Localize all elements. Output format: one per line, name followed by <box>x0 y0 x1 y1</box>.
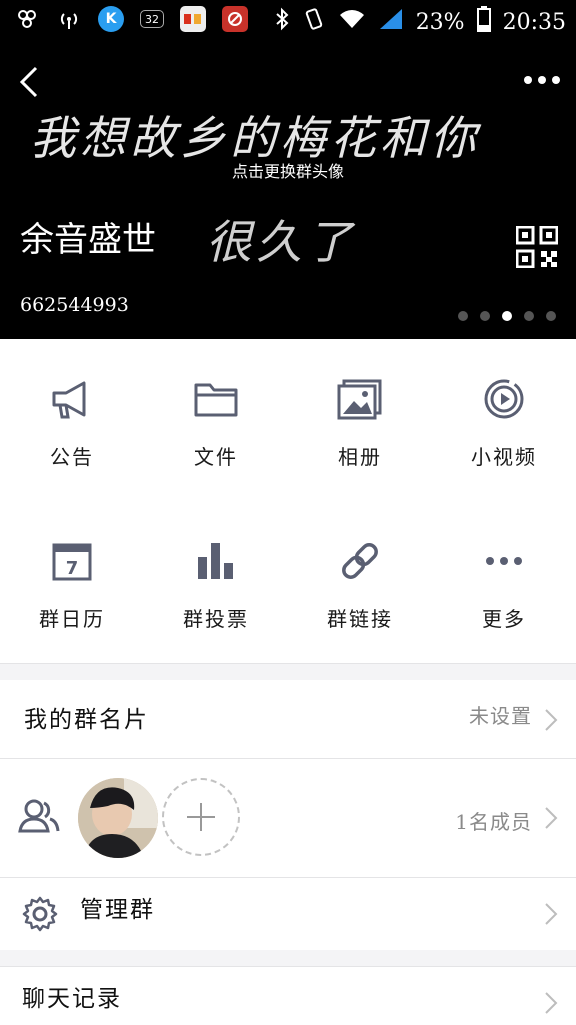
status-bar: K 32 23% 20:35 <box>0 0 576 40</box>
app-link[interactable]: 群链接 <box>288 501 432 663</box>
group-card-row[interactable]: 我的群名片 未设置 <box>0 680 576 758</box>
battery-icon <box>476 6 491 38</box>
sim-32-icon: 32 <box>140 10 164 28</box>
app-vote-chart[interactable]: 群投票 <box>144 501 288 663</box>
group-header[interactable]: 我想故乡的梅花和你 点击更换群头像 余音盛世 很久了 662544993 <box>0 40 576 339</box>
page-dot <box>480 311 490 321</box>
calendar-icon: 7 <box>48 537 96 585</box>
video-icon <box>480 375 528 423</box>
clock: 20:35 <box>502 9 566 35</box>
chevron-right-icon <box>544 806 558 830</box>
app-label: 小视频 <box>471 445 537 469</box>
qr-code-icon[interactable] <box>515 225 559 269</box>
app-video[interactable]: 小视频 <box>432 339 576 501</box>
app-label: 群日历 <box>39 607 105 631</box>
app-more[interactable]: 更多 <box>432 501 576 663</box>
change-avatar-hint[interactable]: 点击更换群头像 <box>0 158 576 182</box>
more-icon <box>480 537 528 585</box>
page-dot <box>524 311 534 321</box>
members-icon <box>18 797 60 841</box>
app-label: 群链接 <box>327 607 393 631</box>
member-avatar[interactable] <box>78 778 158 858</box>
chat-history-title: 聊天记录 <box>22 986 122 1012</box>
settings-icon <box>14 6 40 32</box>
group-card-title: 我的群名片 <box>24 707 149 733</box>
plus-icon <box>187 803 215 831</box>
group-name: 余音盛世 <box>20 220 156 260</box>
chevron-right-icon <box>544 902 558 926</box>
members-row[interactable]: 1名成员 <box>0 759 576 877</box>
vote-chart-icon <box>192 537 240 585</box>
battery-percent: 23% <box>415 9 465 35</box>
folder-icon <box>192 375 240 423</box>
link-icon <box>336 537 384 585</box>
group-apps-grid: 公告 文件 相册 小视频 7 群日历 群投票 群链接 更多 <box>0 339 576 664</box>
chevron-right-icon <box>544 708 558 732</box>
add-member-button[interactable] <box>162 778 240 856</box>
page-dot <box>502 311 512 321</box>
wifi-hotspot-icon <box>56 6 82 32</box>
banner-subtext: 很久了 <box>206 215 356 269</box>
news-app-icon <box>180 6 206 32</box>
chevron-right-icon <box>544 991 558 1015</box>
group-id: 662544993 <box>20 294 129 316</box>
megaphone-icon <box>48 375 96 423</box>
gear-icon <box>21 895 59 937</box>
members-count: 1名成员 <box>455 810 532 834</box>
status-bar-system: 23% 20:35 <box>274 6 566 38</box>
vibrate-icon <box>302 7 326 37</box>
app-label: 文件 <box>194 445 238 469</box>
bluetooth-icon <box>274 7 290 37</box>
album-icon <box>336 375 384 423</box>
k-app-icon: K <box>98 6 124 32</box>
manage-group-row[interactable]: 管理群 <box>0 878 576 950</box>
status-bar-app-icons: K 32 <box>14 6 248 32</box>
app-megaphone[interactable]: 公告 <box>0 339 144 501</box>
app-label: 公告 <box>50 445 94 469</box>
app-label: 相册 <box>338 445 382 469</box>
location-app-icon <box>222 6 248 32</box>
svg-text:7: 7 <box>66 558 79 579</box>
app-label: 群投票 <box>183 607 249 631</box>
wifi-icon <box>338 8 366 36</box>
page-dot <box>458 311 468 321</box>
page-dot <box>546 311 556 321</box>
signal-icon <box>378 7 404 37</box>
app-album[interactable]: 相册 <box>288 339 432 501</box>
chat-history-row[interactable]: 聊天记录 <box>0 966 576 1025</box>
group-card-value: 未设置 <box>469 704 532 728</box>
manage-group-title: 管理群 <box>80 897 155 923</box>
back-arrow-icon[interactable] <box>14 62 44 102</box>
app-calendar[interactable]: 7 群日历 <box>0 501 144 663</box>
more-options-icon[interactable] <box>522 70 562 90</box>
app-folder[interactable]: 文件 <box>144 339 288 501</box>
page-indicator <box>458 311 556 321</box>
app-label: 更多 <box>482 607 526 631</box>
